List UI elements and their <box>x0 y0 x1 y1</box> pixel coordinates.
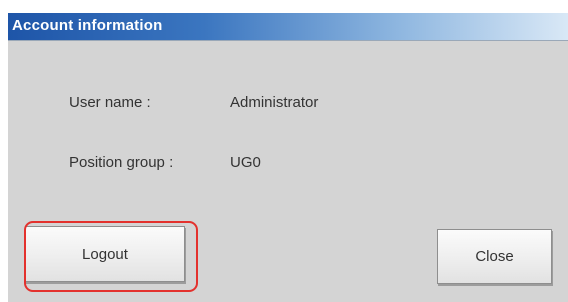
logout-button[interactable]: Logout <box>25 226 185 282</box>
close-button[interactable]: Close <box>437 229 552 284</box>
user-name-value: Administrator <box>230 94 319 111</box>
dialog-title: Account information <box>12 17 163 34</box>
dialog-title-bar: Account information <box>8 13 568 41</box>
position-group-value: UG0 <box>230 154 261 171</box>
position-group-label: Position group : <box>69 154 174 171</box>
user-name-label: User name : <box>69 94 151 111</box>
